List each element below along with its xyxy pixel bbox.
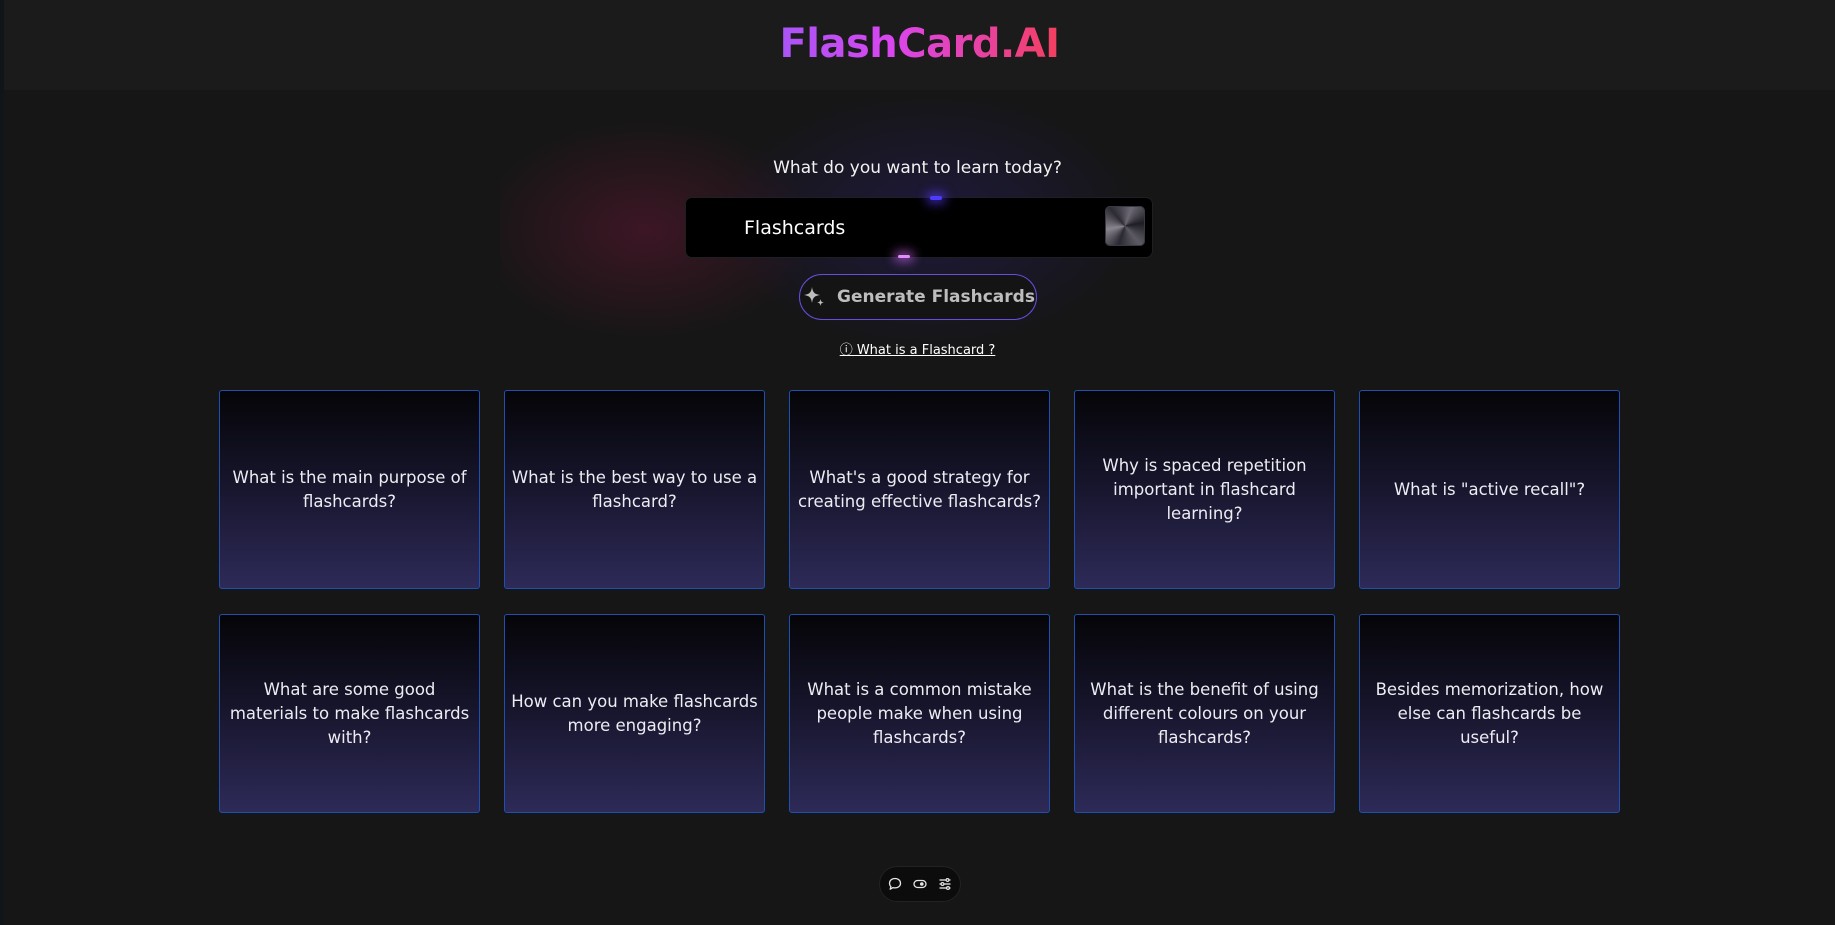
flashcard[interactable]: What's a good strategy for creating effe… — [789, 390, 1050, 589]
generate-flashcards-label: Generate Flashcards — [837, 287, 1035, 307]
settings-button[interactable] — [936, 875, 955, 894]
flashcard-question: What are some good materials to make fla… — [229, 679, 470, 747]
flashcard[interactable]: How can you make flashcards more engagin… — [504, 614, 765, 813]
eye-toggle-icon — [913, 879, 927, 889]
sparkles-icon — [804, 287, 825, 306]
flashcard-question: Besides memorization, how else can flash… — [1375, 679, 1604, 747]
flashcard-question: What is a common mistake people make whe… — [807, 679, 1032, 747]
flashcard[interactable]: What is the main purpose of flashcards? — [219, 390, 480, 589]
visibility-toggle-button[interactable] — [911, 875, 930, 894]
topic-search-box — [686, 198, 1152, 257]
flashcard-question: How can you make flashcards more engagin… — [511, 691, 758, 735]
settings-sliders-icon — [939, 878, 951, 891]
chat-button[interactable] — [886, 875, 905, 894]
logo[interactable]: FlashCard.AI — [779, 21, 1060, 67]
flashcard[interactable]: What is "active recall"? — [1359, 390, 1620, 589]
flashcard[interactable]: What is the best way to use a flashcard? — [504, 390, 765, 589]
flashcard[interactable]: What are some good materials to make fla… — [219, 614, 480, 813]
header: FlashCard.AI — [4, 0, 1835, 90]
flashcard[interactable]: Why is spaced repetition important in fl… — [1074, 390, 1335, 589]
floating-toolbar — [880, 867, 960, 901]
flashcard-question: What's a good strategy for creating effe… — [797, 467, 1041, 511]
app-page: FlashCard.AI What do you want to learn t… — [0, 0, 1835, 925]
flashcard-question: What is the best way to use a flashcard? — [511, 467, 758, 511]
left-edge-strip — [0, 0, 4, 925]
flashcard-grid: What is the main purpose of flashcards? … — [219, 390, 1621, 813]
flashcard-question: Why is spaced repetition important in fl… — [1102, 455, 1307, 523]
info-link-row: ⓘ What is a Flashcard ? — [0, 339, 1835, 358]
flashcard[interactable]: What is a common mistake people make whe… — [789, 614, 1050, 813]
learn-prompt: What do you want to learn today? — [773, 158, 1062, 178]
search-glow-spark-top — [930, 196, 942, 200]
flashcard-question: What is the main purpose of flashcards? — [232, 467, 467, 511]
submit-orb-button[interactable] — [1105, 206, 1145, 246]
flashcard-question: What is the benefit of using different c… — [1090, 679, 1319, 747]
generate-flashcards-button[interactable]: Generate Flashcards — [799, 274, 1037, 320]
flashcard-question: What is "active recall"? — [1393, 479, 1586, 499]
chat-bubble-icon — [888, 877, 902, 890]
what-is-flashcard-link[interactable]: ⓘ What is a Flashcard ? — [840, 343, 996, 358]
flashcard[interactable]: What is the benefit of using different c… — [1074, 614, 1335, 813]
search-glow-spark-bottom — [898, 255, 910, 258]
flashcard[interactable]: Besides memorization, how else can flash… — [1359, 614, 1620, 813]
topic-input[interactable] — [744, 208, 1084, 247]
